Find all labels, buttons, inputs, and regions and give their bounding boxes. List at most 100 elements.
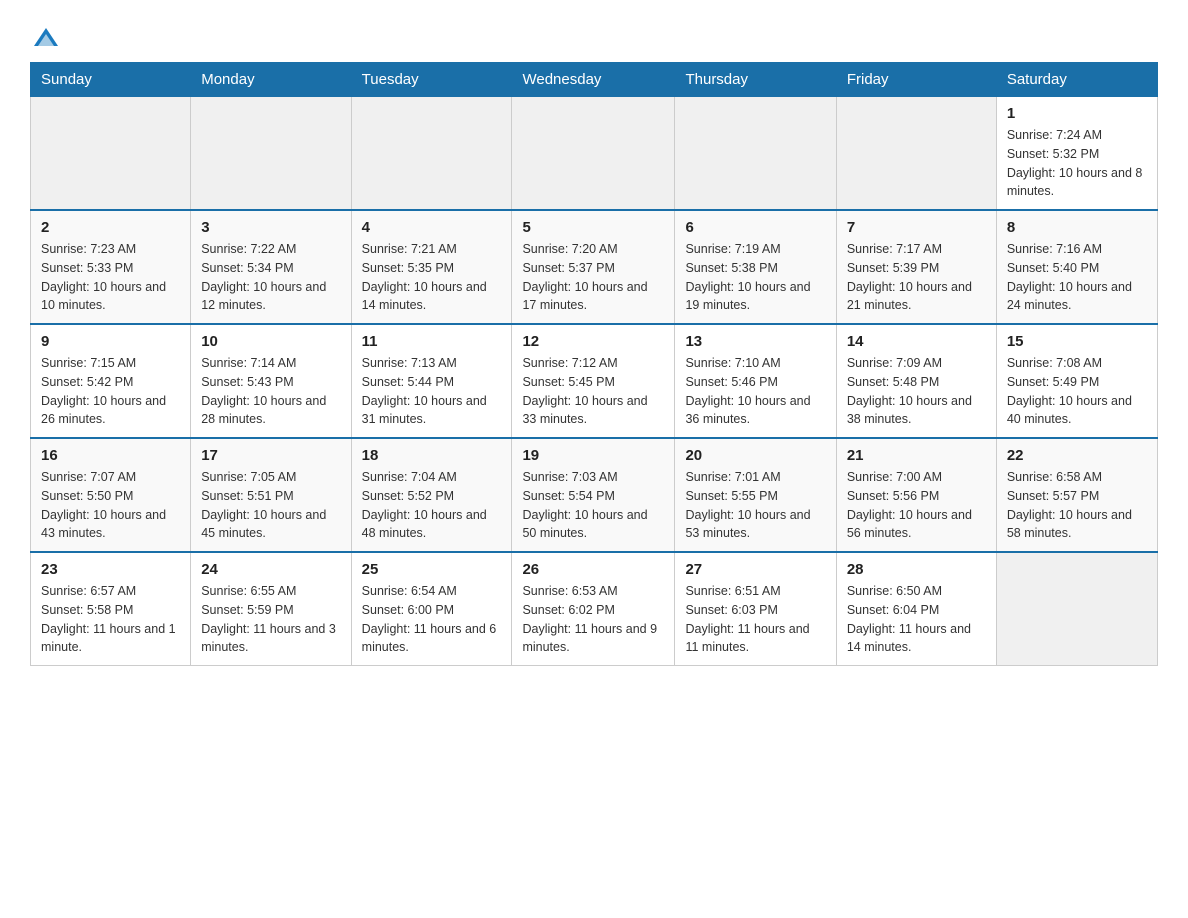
calendar-cell: 28 Sunrise: 6:50 AM Sunset: 6:04 PM Dayli… <box>836 552 996 666</box>
calendar-cell: 19Sunrise: 7:03 AM Sunset: 5:54 PM Dayli… <box>512 438 675 552</box>
day-number: 26 <box>522 561 664 578</box>
day-info: Sunrise: 7:07 AM Sunset: 5:50 PM Dayligh… <box>41 468 180 543</box>
day-number: 2 <box>41 219 180 236</box>
calendar-cell: 15 Sunrise: 7:08 AM Sunset: 5:49 PM Dayli… <box>996 324 1157 438</box>
page-header <box>30 24 1158 46</box>
day-number: 15 <box>1007 333 1147 350</box>
calendar-header-row: SundayMondayTuesdayWednesdayThursdayFrid… <box>31 63 1158 97</box>
calendar-cell: 13 Sunrise: 7:10 AM Sunset: 5:46 PM Dayli… <box>675 324 836 438</box>
calendar-cell <box>512 97 675 211</box>
day-number: 12 <box>522 333 664 350</box>
weekday-header-thursday: Thursday <box>675 63 836 97</box>
calendar-cell: 23 Sunrise: 6:57 AM Sunset: 5:58 PM Dayli… <box>31 552 191 666</box>
calendar-week-row: 2 Sunrise: 7:23 AM Sunset: 5:33 PM Daylig… <box>31 210 1158 324</box>
day-number: 3 <box>201 219 340 236</box>
day-info: Sunrise: 7:23 AM Sunset: 5:33 PM Dayligh… <box>41 240 180 315</box>
calendar-cell: 11 Sunrise: 7:13 AM Sunset: 5:44 PM Dayli… <box>351 324 512 438</box>
calendar-cell: 1 Sunrise: 7:24 AM Sunset: 5:32 PM Daylig… <box>996 97 1157 211</box>
day-number: 18 <box>362 447 502 464</box>
day-info: Sunrise: 7:19 AM Sunset: 5:38 PM Dayligh… <box>685 240 825 315</box>
day-info: Sunrise: 7:14 AM Sunset: 5:43 PM Dayligh… <box>201 354 340 429</box>
day-number: 4 <box>362 219 502 236</box>
calendar-cell <box>675 97 836 211</box>
calendar-week-row: 1 Sunrise: 7:24 AM Sunset: 5:32 PM Daylig… <box>31 97 1158 211</box>
day-number: 16 <box>41 447 180 464</box>
logo-icon <box>32 24 60 52</box>
calendar-cell <box>31 97 191 211</box>
calendar-cell: 3 Sunrise: 7:22 AM Sunset: 5:34 PM Daylig… <box>191 210 351 324</box>
calendar-cell: 5 Sunrise: 7:20 AM Sunset: 5:37 PM Daylig… <box>512 210 675 324</box>
day-number: 27 <box>685 561 825 578</box>
day-info: Sunrise: 6:54 AM Sunset: 6:00 PM Dayligh… <box>362 582 502 657</box>
day-number: 1 <box>1007 105 1147 122</box>
day-number: 9 <box>41 333 180 350</box>
day-number: 5 <box>522 219 664 236</box>
day-info: Sunrise: 7:21 AM Sunset: 5:35 PM Dayligh… <box>362 240 502 315</box>
calendar-cell <box>836 97 996 211</box>
day-info: Sunrise: 6:50 AM Sunset: 6:04 PM Dayligh… <box>847 582 986 657</box>
day-info: Sunrise: 7:12 AM Sunset: 5:45 PM Dayligh… <box>522 354 664 429</box>
day-number: 6 <box>685 219 825 236</box>
day-number: 22 <box>1007 447 1147 464</box>
calendar-week-row: 23 Sunrise: 6:57 AM Sunset: 5:58 PM Dayli… <box>31 552 1158 666</box>
day-number: 11 <box>362 333 502 350</box>
calendar-cell: 14 Sunrise: 7:09 AM Sunset: 5:48 PM Dayli… <box>836 324 996 438</box>
day-info: Sunrise: 7:09 AM Sunset: 5:48 PM Dayligh… <box>847 354 986 429</box>
day-number: 14 <box>847 333 986 350</box>
day-info: Sunrise: 6:57 AM Sunset: 5:58 PM Dayligh… <box>41 582 180 657</box>
day-info: Sunrise: 7:08 AM Sunset: 5:49 PM Dayligh… <box>1007 354 1147 429</box>
day-number: 17 <box>201 447 340 464</box>
calendar-week-row: 16 Sunrise: 7:07 AM Sunset: 5:50 PM Dayli… <box>31 438 1158 552</box>
calendar-cell: 12 Sunrise: 7:12 AM Sunset: 5:45 PM Dayli… <box>512 324 675 438</box>
calendar-cell: 8Sunrise: 7:16 AM Sunset: 5:40 PM Daylig… <box>996 210 1157 324</box>
calendar-cell: 18 Sunrise: 7:04 AM Sunset: 5:52 PM Dayli… <box>351 438 512 552</box>
day-info: Sunrise: 7:15 AM Sunset: 5:42 PM Dayligh… <box>41 354 180 429</box>
day-number: 25 <box>362 561 502 578</box>
calendar-cell: 22 Sunrise: 6:58 AM Sunset: 5:57 PM Dayli… <box>996 438 1157 552</box>
logo <box>30 24 60 46</box>
calendar-cell: 20 Sunrise: 7:01 AM Sunset: 5:55 PM Dayli… <box>675 438 836 552</box>
day-info: Sunrise: 7:17 AM Sunset: 5:39 PM Dayligh… <box>847 240 986 315</box>
day-number: 7 <box>847 219 986 236</box>
calendar-week-row: 9 Sunrise: 7:15 AM Sunset: 5:42 PM Daylig… <box>31 324 1158 438</box>
day-info: Sunrise: 6:53 AM Sunset: 6:02 PM Dayligh… <box>522 582 664 657</box>
weekday-header-saturday: Saturday <box>996 63 1157 97</box>
day-info: Sunrise: 7:13 AM Sunset: 5:44 PM Dayligh… <box>362 354 502 429</box>
calendar-cell: 10 Sunrise: 7:14 AM Sunset: 5:43 PM Dayli… <box>191 324 351 438</box>
day-info: Sunrise: 7:00 AM Sunset: 5:56 PM Dayligh… <box>847 468 986 543</box>
day-info: Sunrise: 7:22 AM Sunset: 5:34 PM Dayligh… <box>201 240 340 315</box>
weekday-header-wednesday: Wednesday <box>512 63 675 97</box>
day-info: Sunrise: 7:03 AM Sunset: 5:54 PM Dayligh… <box>522 468 664 543</box>
day-info: Sunrise: 6:58 AM Sunset: 5:57 PM Dayligh… <box>1007 468 1147 543</box>
calendar-cell: 24Sunrise: 6:55 AM Sunset: 5:59 PM Dayli… <box>191 552 351 666</box>
calendar-cell: 6 Sunrise: 7:19 AM Sunset: 5:38 PM Daylig… <box>675 210 836 324</box>
day-number: 24 <box>201 561 340 578</box>
calendar-table: SundayMondayTuesdayWednesdayThursdayFrid… <box>30 62 1158 666</box>
calendar-cell: 7 Sunrise: 7:17 AM Sunset: 5:39 PM Daylig… <box>836 210 996 324</box>
day-number: 23 <box>41 561 180 578</box>
day-number: 13 <box>685 333 825 350</box>
day-info: Sunrise: 7:24 AM Sunset: 5:32 PM Dayligh… <box>1007 126 1147 201</box>
weekday-header-sunday: Sunday <box>31 63 191 97</box>
calendar-cell: 16 Sunrise: 7:07 AM Sunset: 5:50 PM Dayli… <box>31 438 191 552</box>
calendar-cell: 25 Sunrise: 6:54 AM Sunset: 6:00 PM Dayli… <box>351 552 512 666</box>
calendar-cell <box>351 97 512 211</box>
calendar-cell: 26 Sunrise: 6:53 AM Sunset: 6:02 PM Dayli… <box>512 552 675 666</box>
weekday-header-tuesday: Tuesday <box>351 63 512 97</box>
day-number: 10 <box>201 333 340 350</box>
day-number: 20 <box>685 447 825 464</box>
day-info: Sunrise: 7:04 AM Sunset: 5:52 PM Dayligh… <box>362 468 502 543</box>
day-info: Sunrise: 7:01 AM Sunset: 5:55 PM Dayligh… <box>685 468 825 543</box>
day-info: Sunrise: 7:10 AM Sunset: 5:46 PM Dayligh… <box>685 354 825 429</box>
calendar-cell: 21 Sunrise: 7:00 AM Sunset: 5:56 PM Dayli… <box>836 438 996 552</box>
day-number: 21 <box>847 447 986 464</box>
day-info: Sunrise: 7:20 AM Sunset: 5:37 PM Dayligh… <box>522 240 664 315</box>
day-info: Sunrise: 7:16 AM Sunset: 5:40 PM Dayligh… <box>1007 240 1147 315</box>
calendar-cell: 4 Sunrise: 7:21 AM Sunset: 5:35 PM Daylig… <box>351 210 512 324</box>
calendar-cell: 9 Sunrise: 7:15 AM Sunset: 5:42 PM Daylig… <box>31 324 191 438</box>
weekday-header-monday: Monday <box>191 63 351 97</box>
calendar-cell: 2 Sunrise: 7:23 AM Sunset: 5:33 PM Daylig… <box>31 210 191 324</box>
weekday-header-friday: Friday <box>836 63 996 97</box>
calendar-cell <box>996 552 1157 666</box>
day-number: 28 <box>847 561 986 578</box>
